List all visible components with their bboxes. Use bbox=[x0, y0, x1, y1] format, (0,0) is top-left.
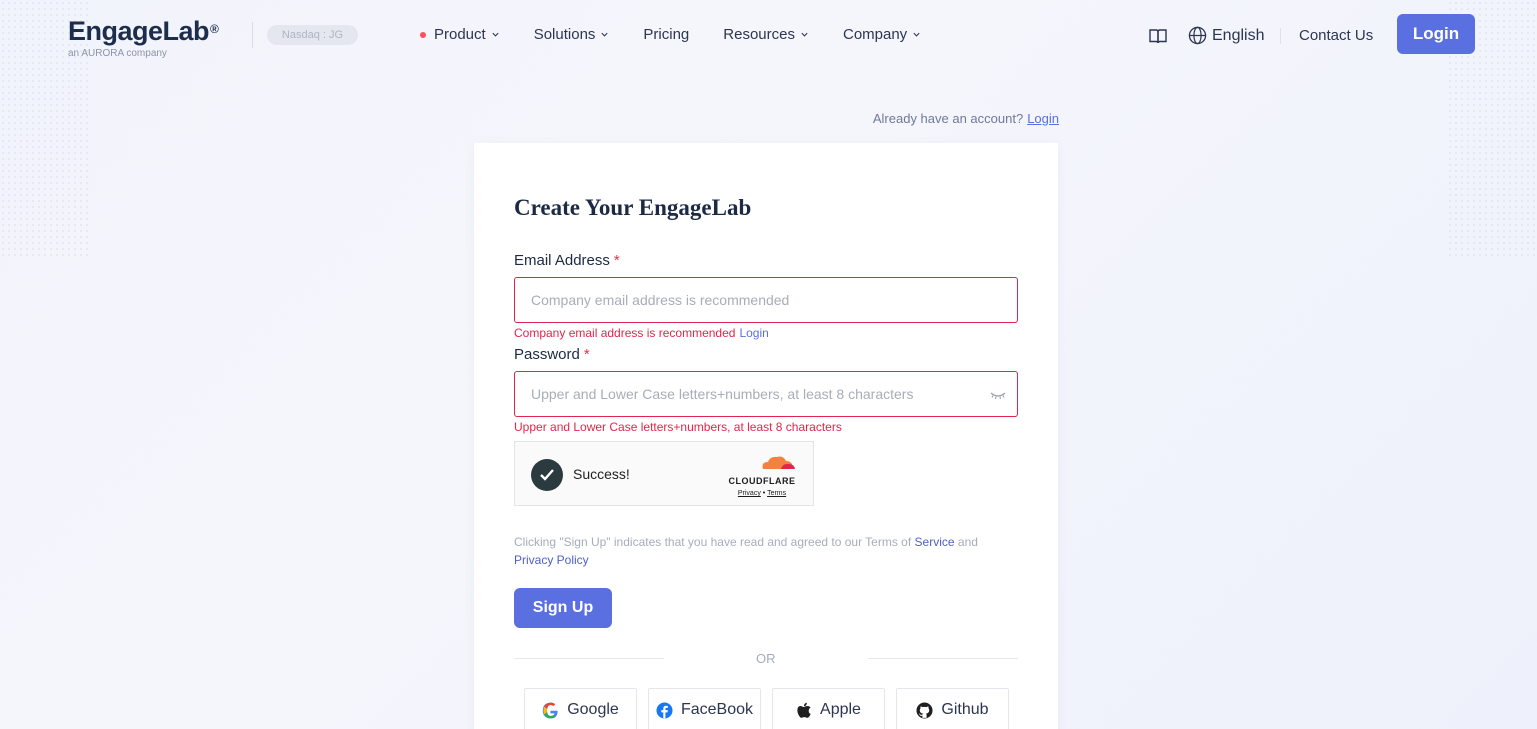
social-label: FaceBook bbox=[680, 701, 754, 718]
language-label: English bbox=[1212, 26, 1265, 44]
email-error-text: Company email address is recommended bbox=[514, 326, 736, 340]
nav-label: Solutions bbox=[533, 26, 596, 43]
github-login-button[interactable]: Github bbox=[896, 688, 1009, 729]
chevron-down-icon bbox=[492, 32, 499, 37]
captcha-status: Success! bbox=[573, 466, 630, 482]
sign-up-button[interactable]: Sign Up bbox=[514, 588, 612, 628]
password-error: Upper and Lower Case letters+numbers, at… bbox=[514, 420, 842, 434]
divider-line bbox=[868, 658, 1018, 659]
nav-label: Resources bbox=[723, 26, 795, 43]
email-field[interactable] bbox=[515, 278, 1017, 322]
or-label: OR bbox=[756, 651, 776, 666]
header-separator bbox=[1280, 28, 1281, 44]
nav-item-pricing[interactable]: Pricing bbox=[643, 26, 689, 43]
nav-label: Company bbox=[842, 26, 908, 43]
email-label-text: Email Address bbox=[514, 252, 610, 269]
page-title: Create Your EngageLab bbox=[514, 195, 752, 220]
contact-us-link[interactable]: Contact Us bbox=[1299, 27, 1373, 44]
password-label: Password * bbox=[514, 346, 590, 363]
cloudflare-terms-link[interactable]: Terms bbox=[767, 490, 786, 497]
apple-login-button[interactable]: Apple bbox=[772, 688, 885, 729]
cloudflare-privacy-link[interactable]: Privacy bbox=[738, 490, 761, 497]
engagelab-logo[interactable]: EngageLab® an AURORA company bbox=[68, 16, 219, 59]
terms-of-service-link[interactable]: Service bbox=[915, 535, 955, 549]
globe-icon bbox=[1188, 26, 1207, 45]
or-divider: OR bbox=[514, 651, 1018, 667]
divider-line bbox=[514, 658, 664, 659]
nav-item-solutions[interactable]: Solutions bbox=[534, 26, 610, 43]
apple-icon bbox=[797, 702, 811, 718]
google-login-button[interactable]: Google bbox=[524, 688, 637, 729]
nav-label: Pricing bbox=[643, 26, 690, 43]
signup-card: Create Your EngageLab Email Address * Com… bbox=[474, 143, 1058, 729]
facebook-login-button[interactable]: FaceBook bbox=[648, 688, 761, 729]
password-field-wrapper bbox=[514, 371, 1018, 417]
logo-text: EngageLab bbox=[68, 16, 210, 46]
header-login-button[interactable]: Login bbox=[1397, 14, 1475, 54]
terms-notice: Clicking "Sign Up" indicates that you ha… bbox=[514, 533, 1018, 569]
cloudflare-logo: CLOUDFLARE Privacy • Terms bbox=[723, 454, 801, 497]
cloudflare-brand: CLOUDFLARE bbox=[728, 476, 796, 486]
google-icon bbox=[542, 702, 558, 718]
github-icon bbox=[916, 701, 933, 719]
password-field[interactable] bbox=[515, 372, 1017, 416]
account-prompt-text: Already have an account? bbox=[872, 111, 1024, 126]
required-mark: * bbox=[613, 252, 620, 269]
email-field-wrapper bbox=[514, 277, 1018, 323]
privacy-policy-link[interactable]: Privacy Policy bbox=[514, 553, 589, 567]
nav-item-product[interactable]: Product bbox=[420, 26, 500, 43]
nav-label: Product bbox=[434, 26, 486, 43]
logo-divider bbox=[252, 22, 253, 48]
site-header: EngageLab® an AURORA company Nasdaq : JG… bbox=[0, 0, 1537, 72]
social-login-group: Google FaceBook Apple Github bbox=[524, 688, 1020, 729]
nav-item-resources[interactable]: Resources bbox=[723, 26, 809, 43]
success-check-icon bbox=[531, 459, 563, 491]
required-mark: * bbox=[583, 346, 590, 363]
cloudflare-links: Privacy • Terms bbox=[723, 490, 801, 497]
email-error: Company email address is recommended Logi… bbox=[514, 326, 769, 340]
social-label: Google bbox=[567, 701, 619, 718]
email-label: Email Address * bbox=[514, 252, 620, 269]
main-nav: Product Solutions Pricing Resources Comp… bbox=[420, 26, 955, 43]
chevron-down-icon bbox=[801, 32, 808, 37]
cloudflare-captcha[interactable]: Success! CLOUDFLARE Privacy • Terms bbox=[514, 441, 814, 506]
chevron-down-icon bbox=[601, 32, 609, 37]
language-selector[interactable]: English bbox=[1188, 26, 1264, 45]
registered-mark: ® bbox=[210, 22, 219, 36]
account-prompt: Already have an account? Login bbox=[873, 111, 1059, 126]
social-label: Apple bbox=[820, 701, 861, 718]
terms-prefix: Clicking "Sign Up" indicates that you ha… bbox=[514, 535, 912, 549]
cloudflare-link-separator: • bbox=[762, 490, 766, 497]
terms-and: and bbox=[957, 535, 978, 549]
nav-item-company[interactable]: Company bbox=[843, 26, 921, 43]
new-dot-icon bbox=[420, 31, 426, 38]
chevron-down-icon bbox=[913, 32, 920, 37]
facebook-icon bbox=[656, 701, 673, 719]
docs-book-icon[interactable] bbox=[1148, 26, 1168, 46]
nasdaq-badge: Nasdaq : JG bbox=[267, 25, 358, 45]
account-login-link[interactable]: Login bbox=[1027, 111, 1059, 126]
eye-closed-icon[interactable] bbox=[989, 388, 1007, 402]
email-error-login-link[interactable]: Login bbox=[739, 326, 768, 340]
cloud-icon bbox=[762, 456, 795, 469]
social-label: Github bbox=[941, 701, 989, 718]
logo-subtitle: an AURORA company bbox=[68, 48, 167, 59]
password-label-text: Password bbox=[514, 346, 580, 363]
